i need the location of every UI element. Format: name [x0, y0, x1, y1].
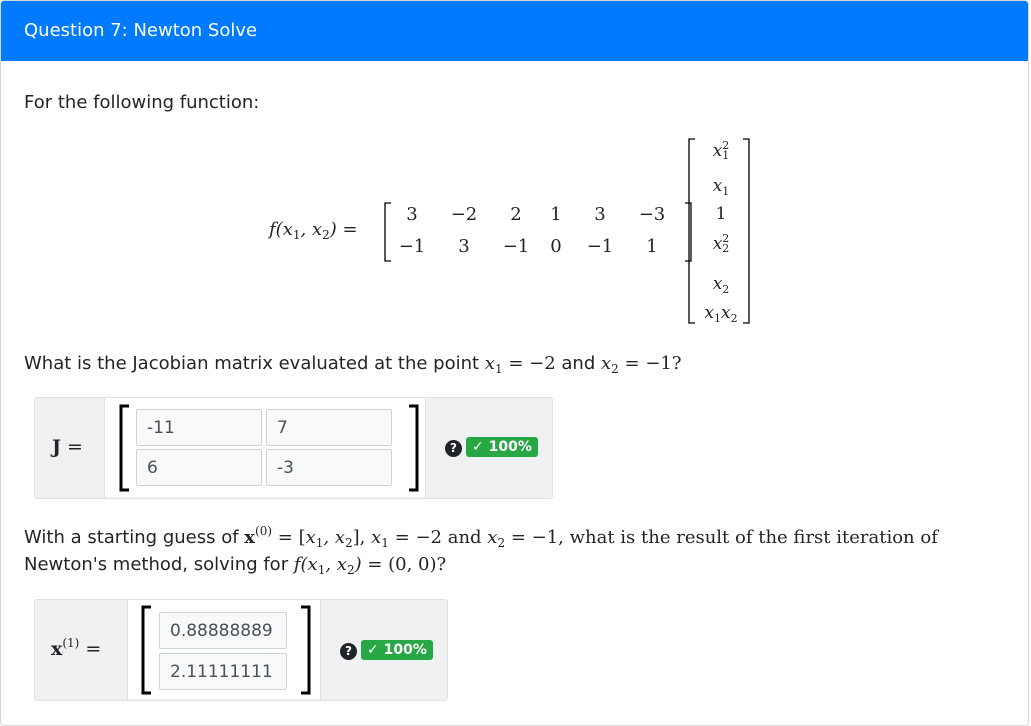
- matrix-cell: −2: [450, 204, 478, 225]
- vector-entry: x2: [712, 274, 730, 296]
- matrix-cell: 0: [550, 236, 562, 257]
- jacobian-input-22[interactable]: -3: [266, 449, 392, 486]
- matrix-cell: 3: [458, 236, 470, 257]
- matrix-cell: −3: [638, 204, 666, 225]
- panel-divider: [425, 398, 426, 498]
- matrix-cell: 3: [406, 204, 418, 225]
- part1-prompt-text: What is the Jacobian matrix evaluated at…: [24, 353, 480, 374]
- matrix-cell: −1: [398, 236, 426, 257]
- score-badge: ✓ 100%: [466, 437, 538, 457]
- part2-guess-eq: = [x1, x2], x1: [277, 527, 389, 550]
- matrix-cell: 1: [646, 236, 658, 257]
- vector-entry: x1x2: [704, 303, 738, 325]
- part2-equation: f(x1, x2) = (0, 0)?: [293, 554, 447, 577]
- question-circle-icon[interactable]: ?: [340, 643, 357, 660]
- card-header: Question 7: Newton Solve: [1, 1, 1028, 61]
- vector-entry: x21: [712, 139, 730, 162]
- part1-prompt: What is the Jacobian matrix evaluated at…: [24, 353, 682, 376]
- part2-x1-value: = −2 and: [394, 527, 482, 548]
- matrix-cell: −1: [586, 236, 614, 257]
- x2-component-input[interactable]: 2.11111111: [159, 653, 287, 690]
- question-title: Question 7: Newton Solve: [24, 20, 258, 41]
- matrix-cell: 3: [594, 204, 606, 225]
- x1-component-input[interactable]: 0.88888889: [159, 612, 287, 649]
- basis-vector-brackets: [688, 138, 750, 324]
- vector-entry: x22: [712, 232, 730, 255]
- jacobian-input-11[interactable]: -11: [136, 409, 262, 446]
- x1-label: x(1) =: [51, 636, 102, 660]
- question-card: Question 7: Newton Solve For the followi…: [0, 0, 1029, 726]
- newton-vector-area: 0.88888889 2.11111111: [128, 600, 320, 699]
- part1-x2-value: = −1?: [624, 353, 682, 374]
- part2-prompt-text: With a starting guess of: [24, 527, 239, 548]
- part2-prompt-line1: With a starting guess of x(0) = [x1, x2]…: [24, 524, 938, 550]
- newton-answer-panel: x(1) = 0.88888889 2.11111111 ? ✓ 100%: [34, 599, 448, 701]
- part2-prompt-line2: Newton's method, solving for f(x1, x2) =…: [24, 554, 446, 577]
- jacobian-matrix-area: -11 7 6 -3: [105, 398, 425, 497]
- score-badge: ✓ 100%: [361, 640, 433, 660]
- part2-prompt-text2: Newton's method, solving for: [24, 554, 289, 575]
- part1-and-text: and: [561, 353, 596, 374]
- intro-text: For the following function:: [24, 92, 260, 113]
- question-circle-icon[interactable]: ?: [445, 440, 462, 457]
- jacobian-input-12[interactable]: 7: [266, 409, 392, 446]
- panel-divider: [320, 600, 321, 700]
- part1-x1-value: = −2: [508, 353, 556, 374]
- jacobian-input-21[interactable]: 6: [136, 449, 262, 486]
- vector-entry: x1: [712, 176, 730, 198]
- function-lhs: f(x1, x2) =: [269, 219, 358, 242]
- jacobian-label: J =: [52, 436, 83, 458]
- jacobian-answer-panel: J = -11 7 6 -3 ? ✓ 100%: [34, 397, 553, 499]
- matrix-cell: 1: [550, 204, 562, 225]
- vector-entry: 1: [715, 204, 727, 224]
- part2-x2-value: = −1, what is the result of the first it…: [510, 527, 938, 548]
- matrix-cell: 2: [510, 204, 522, 225]
- matrix-cell: −1: [502, 236, 530, 257]
